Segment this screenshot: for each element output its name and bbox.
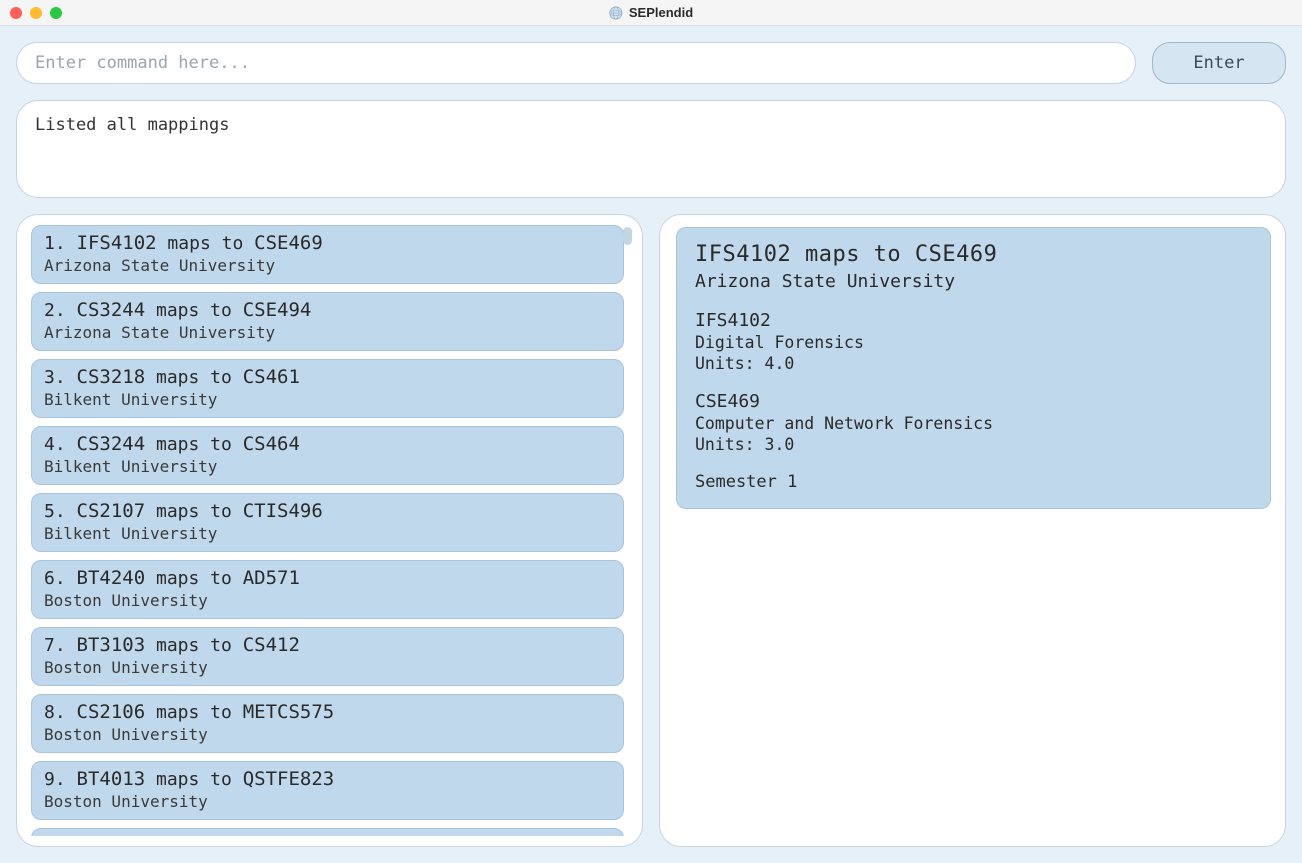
mapping-list-item-university: Boston University: [44, 591, 611, 610]
mapping-list-item[interactable]: 10. CS1010S maps to COSI10ABrandeis Univ…: [31, 828, 624, 836]
mapping-list-item[interactable]: 7. BT3103 maps to CS412 Boston University: [31, 627, 624, 686]
mappings-list-panel: 1. IFS4102 maps to CSE469 Arizona State U…: [16, 214, 643, 847]
detail-university: Arizona State University: [695, 271, 1252, 292]
mapping-list-item-title: 3. CS3218 maps to CS461: [44, 366, 611, 388]
minimize-window-button[interactable]: [30, 7, 42, 19]
mapping-list-item[interactable]: 8. CS2106 maps to METCS575 Boston Univers…: [31, 694, 624, 753]
detail-partner-code: CSE469: [695, 391, 1252, 412]
panels: 1. IFS4102 maps to CSE469 Arizona State U…: [16, 214, 1286, 847]
detail-partner-units: Units: 3.0: [695, 435, 1252, 454]
window-title: SEPlendid: [629, 5, 693, 20]
mapping-list-item-title: 5. CS2107 maps to CTIS496: [44, 500, 611, 522]
detail-semester: Semester 1: [695, 472, 1252, 492]
mapping-list-item-title: 6. BT4240 maps to AD571: [44, 567, 611, 589]
maximize-window-button[interactable]: [50, 7, 62, 19]
window-controls: [0, 7, 62, 19]
window-title-group: SEPlendid: [609, 5, 693, 20]
mappings-list[interactable]: 1. IFS4102 maps to CSE469 Arizona State U…: [31, 225, 634, 836]
detail-panel: IFS4102 maps to CSE469 Arizona State Uni…: [659, 214, 1286, 847]
detail-title: IFS4102 maps to CSE469: [695, 242, 1252, 267]
mapping-list-item-university: Arizona State University: [44, 323, 611, 342]
detail-local-name: Digital Forensics: [695, 333, 1252, 352]
mapping-list-item[interactable]: 5. CS2107 maps to CTIS496 Bilkent Univers…: [31, 493, 624, 552]
command-input[interactable]: [16, 42, 1136, 84]
titlebar: SEPlendid: [0, 0, 1302, 26]
mapping-list-item-university: Bilkent University: [44, 390, 611, 409]
detail-local-code: IFS4102: [695, 310, 1252, 331]
mapping-list-item-title: 4. CS3244 maps to CS464: [44, 433, 611, 455]
app-body: Enter Listed all mappings 1. IFS4102 map…: [0, 26, 1302, 863]
mapping-list-item-title: 8. CS2106 maps to METCS575: [44, 701, 611, 723]
mapping-list-item-title: 9. BT4013 maps to QSTFE823: [44, 768, 611, 790]
mapping-list-item-university: Boston University: [44, 792, 611, 811]
detail-partner-block: CSE469 Computer and Network Forensics Un…: [695, 391, 1252, 454]
detail-partner-name: Computer and Network Forensics: [695, 414, 1252, 433]
mapping-list-item-university: Arizona State University: [44, 256, 611, 275]
mapping-list-item-university: Bilkent University: [44, 524, 611, 543]
detail-local-block: IFS4102 Digital Forensics Units: 4.0: [695, 310, 1252, 373]
output-box: Listed all mappings: [16, 100, 1286, 198]
close-window-button[interactable]: [10, 7, 22, 19]
mapping-list-item-title: 1. IFS4102 maps to CSE469: [44, 232, 611, 254]
mapping-list-item-university: Boston University: [44, 725, 611, 744]
enter-button[interactable]: Enter: [1152, 42, 1286, 84]
mapping-list-item[interactable]: 3. CS3218 maps to CS461 Bilkent Universit…: [31, 359, 624, 418]
mapping-list-item[interactable]: 1. IFS4102 maps to CSE469 Arizona State U…: [31, 225, 624, 284]
mapping-detail-card: IFS4102 maps to CSE469 Arizona State Uni…: [676, 227, 1271, 509]
mapping-list-item[interactable]: 4. CS3244 maps to CS464 Bilkent Universit…: [31, 426, 624, 485]
mapping-list-item-title: 2. CS3244 maps to CSE494: [44, 299, 611, 321]
scrollbar-thumb[interactable]: [623, 227, 632, 245]
command-row: Enter: [16, 42, 1286, 84]
mapping-list-item-university: Bilkent University: [44, 457, 611, 476]
mapping-list-item-university: Boston University: [44, 658, 611, 677]
detail-local-units: Units: 4.0: [695, 354, 1252, 373]
mapping-list-item-title: 10. CS1010S maps to COSI10A: [44, 835, 611, 836]
mapping-list-item-title: 7. BT3103 maps to CS412: [44, 634, 611, 656]
mapping-list-item[interactable]: 9. BT4013 maps to QSTFE823 Boston Univers…: [31, 761, 624, 820]
mapping-list-item[interactable]: 6. BT4240 maps to AD571 Boston University: [31, 560, 624, 619]
mapping-list-item[interactable]: 2. CS3244 maps to CSE494 Arizona State Un…: [31, 292, 624, 351]
globe-icon: [609, 6, 623, 20]
